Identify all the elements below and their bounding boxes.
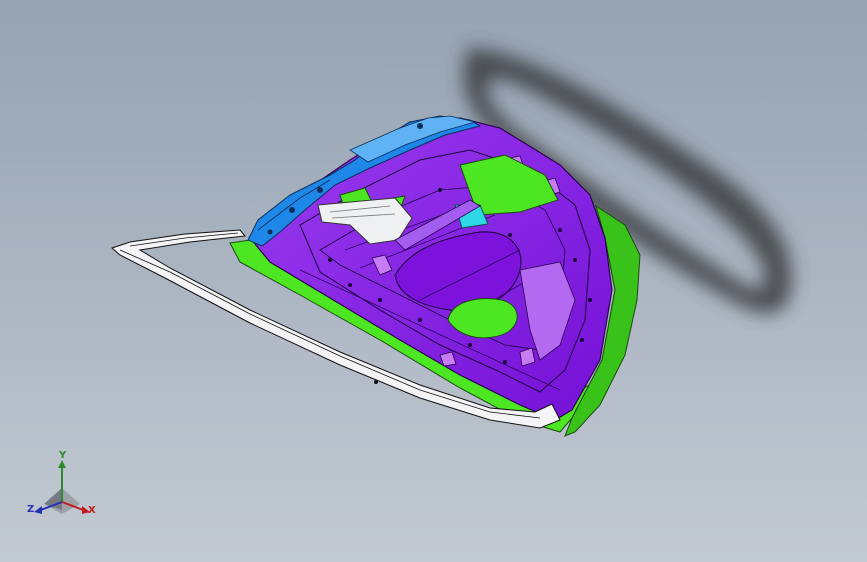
reference-triad: Y Z X — [22, 448, 106, 524]
door-model-render[interactable] — [0, 0, 867, 562]
x-axis-label: X — [88, 505, 96, 516]
y-axis-label: Y — [59, 450, 67, 461]
z-axis-label: Z — [27, 504, 35, 515]
graphics-viewport[interactable]: Y Z X — [0, 0, 867, 562]
inner-panel[interactable] — [249, 117, 613, 421]
